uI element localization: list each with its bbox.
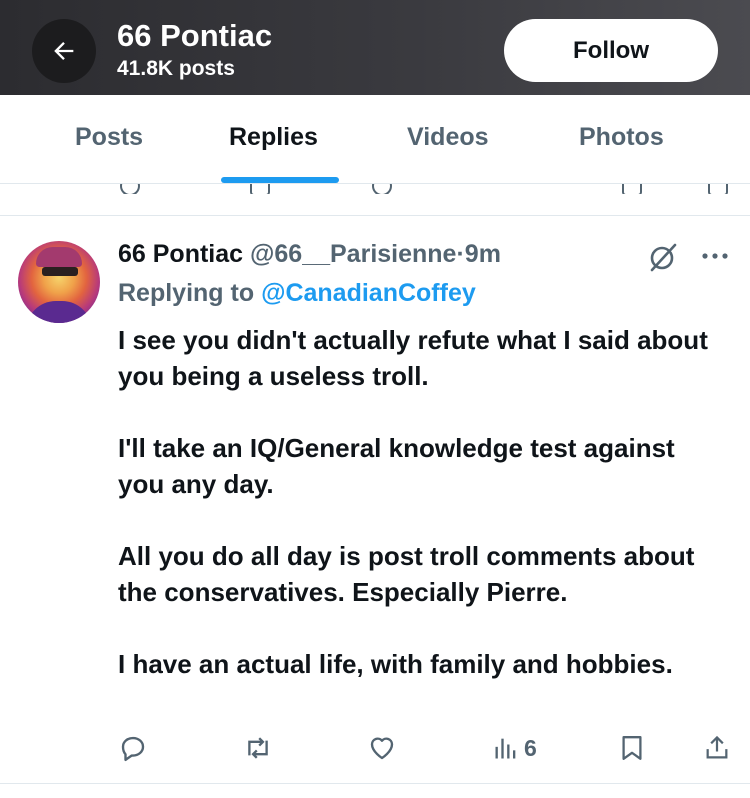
views-button[interactable]: 6	[494, 731, 537, 765]
profile-tabs: Posts Replies Videos Photos	[0, 95, 750, 183]
tab-posts[interactable]: Posts	[75, 123, 143, 152]
back-button[interactable]	[32, 19, 96, 83]
tweet-text: I see you didn't actually refute what I …	[118, 322, 718, 718]
reply-icon	[121, 736, 145, 762]
views-count: 6	[524, 734, 537, 761]
follow-button[interactable]: Follow	[504, 19, 718, 82]
profile-header: 66 Pontiac 41.8K posts Follow	[0, 0, 750, 95]
tweet-handle[interactable]: @66__Parisienne	[250, 240, 456, 268]
heart-icon	[370, 737, 394, 760]
tab-photos[interactable]: Photos	[579, 123, 664, 152]
tweet-divider	[0, 215, 750, 216]
reply-button[interactable]	[118, 731, 148, 765]
tweet-paragraph: All you do all day is post troll comment…	[118, 541, 695, 607]
tweet-paragraph: I see you didn't actually refute what I …	[118, 325, 708, 391]
posts-count: 41.8K posts	[117, 57, 235, 80]
replying-prefix: Replying to	[118, 279, 255, 307]
share-icon	[706, 735, 728, 759]
tweet-separator: ·	[456, 240, 465, 268]
replying-mention[interactable]: @CanadianCoffey	[261, 279, 476, 307]
tab-videos[interactable]: Videos	[407, 123, 489, 152]
tweet-display-name[interactable]: 66 Pontiac	[118, 240, 243, 268]
views-icon	[495, 738, 516, 759]
bottom-divider	[0, 783, 750, 784]
bookmark-icon[interactable]	[622, 184, 642, 194]
repost-button[interactable]	[242, 731, 274, 765]
tweet-actions: 6	[0, 731, 750, 767]
share-button[interactable]	[703, 731, 731, 765]
tab-replies[interactable]: Replies	[229, 123, 318, 152]
profile-name: 66 Pontiac	[117, 18, 273, 53]
tweet-paragraph: I have an actual life, with family and h…	[118, 649, 673, 679]
grok-icon[interactable]	[646, 240, 680, 274]
tweet-header: 66 Pontiac @66__Parisienne·9m	[118, 240, 501, 269]
reply-icon[interactable]	[120, 184, 140, 194]
arrow-left-icon	[54, 42, 74, 60]
previous-tweet-actions	[0, 184, 750, 194]
avatar[interactable]	[18, 241, 100, 323]
share-icon[interactable]	[708, 184, 728, 194]
replying-to: Replying to @CanadianCoffey	[118, 279, 476, 308]
tweet-time[interactable]: 9m	[465, 240, 501, 268]
tweet-paragraph: I'll take an IQ/General knowledge test a…	[118, 433, 675, 499]
bookmark-button[interactable]	[620, 731, 644, 765]
views-icon[interactable]	[498, 184, 514, 194]
repost-icon[interactable]	[250, 184, 270, 194]
more-dots-icon[interactable]	[700, 241, 730, 271]
heart-icon[interactable]	[372, 184, 392, 194]
like-button[interactable]	[367, 731, 397, 765]
repost-icon	[248, 737, 268, 759]
bookmark-icon	[622, 736, 642, 760]
